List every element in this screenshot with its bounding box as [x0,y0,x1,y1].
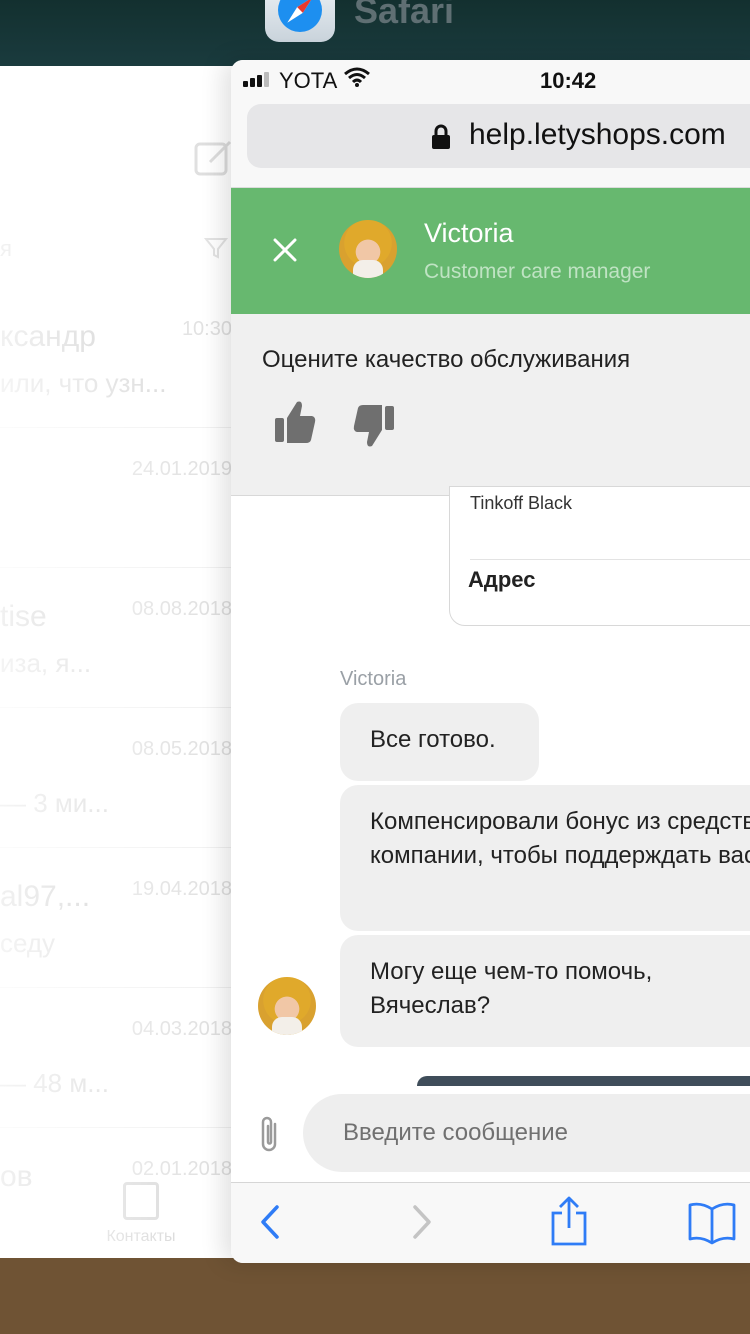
agent-name: Victoria [424,218,514,248]
filter-icon [204,238,228,259]
rating-title: Оцените качество обслуживания [262,346,631,373]
url-field[interactable]: help.letyshops.com [247,104,750,168]
chat-messages[interactable]: Tinkoff Black Адрес Victoria Все готово.… [231,486,750,1106]
message-sender: Victoria [340,668,407,690]
rating-panel: Оцените качество обслуживания [231,314,750,496]
contacts-icon [123,1182,159,1220]
url-text: help.letyshops.com [469,118,726,151]
compose-icon [194,140,232,176]
message-bubble: Компенсировали бонус из средств компании… [340,785,750,931]
chevron-left-icon[interactable] [255,1199,285,1245]
new-message-indicator [417,1076,750,1086]
agent-avatar-small [258,977,316,1035]
safari-toolbar [231,1182,750,1263]
message-bubble: Могу еще чем-то помочь, Вячеслав? [340,935,750,1047]
chat-header: Victoria Customer care manager [231,188,750,314]
address-bar: help.letyshops.com [231,102,750,188]
tab-contacts: Контакты [96,1182,186,1246]
lock-icon [432,124,450,149]
list-item: 24.01.2019 [0,428,236,568]
carrier-name: YOTA [279,68,338,93]
list-item: 08.05.2018 — 3 ми... [0,708,236,848]
search-field: я [0,236,12,261]
safari-compass-icon[interactable] [265,0,335,42]
list-item: al97,... 19.04.2018 седу [0,848,236,988]
message-input[interactable] [303,1094,750,1172]
bank-name: Tinkoff Black [470,493,573,513]
card-divider [470,559,750,560]
home-wallpaper [0,1258,750,1334]
thumbs-up-icon[interactable] [273,398,317,446]
background-app-card[interactable]: я ксандр 10:30 или, что узн... 24.01.201… [0,66,236,1258]
message-composer [231,1086,750,1182]
share-icon[interactable] [549,1195,589,1247]
message-bubble: Все готово. [340,703,539,781]
list-item: ксандр 10:30 или, что узн... [0,288,236,428]
safari-window[interactable]: YOTA 10:42 help.letyshops.com Victoria C… [231,60,750,1263]
address-label: Адрес [468,567,536,592]
book-icon[interactable] [687,1201,737,1245]
payment-details-card: Tinkoff Black Адрес [449,486,750,626]
app-switcher-label: Safari [354,0,455,31]
status-bar: YOTA 10:42 [231,60,750,102]
thumbs-down-icon[interactable] [352,402,396,450]
close-icon[interactable] [267,232,303,268]
wifi-icon [344,67,370,87]
chevron-right-icon[interactable] [407,1199,437,1245]
list-item: tise 08.08.2018 иза, я... [0,568,236,708]
agent-role: Customer care manager [424,260,651,283]
paperclip-icon[interactable] [257,1114,283,1154]
agent-avatar [339,220,397,278]
status-time: 10:42 [540,68,597,93]
list-item: 04.03.2018 — 48 м... [0,988,236,1128]
signal-icon [243,72,269,87]
